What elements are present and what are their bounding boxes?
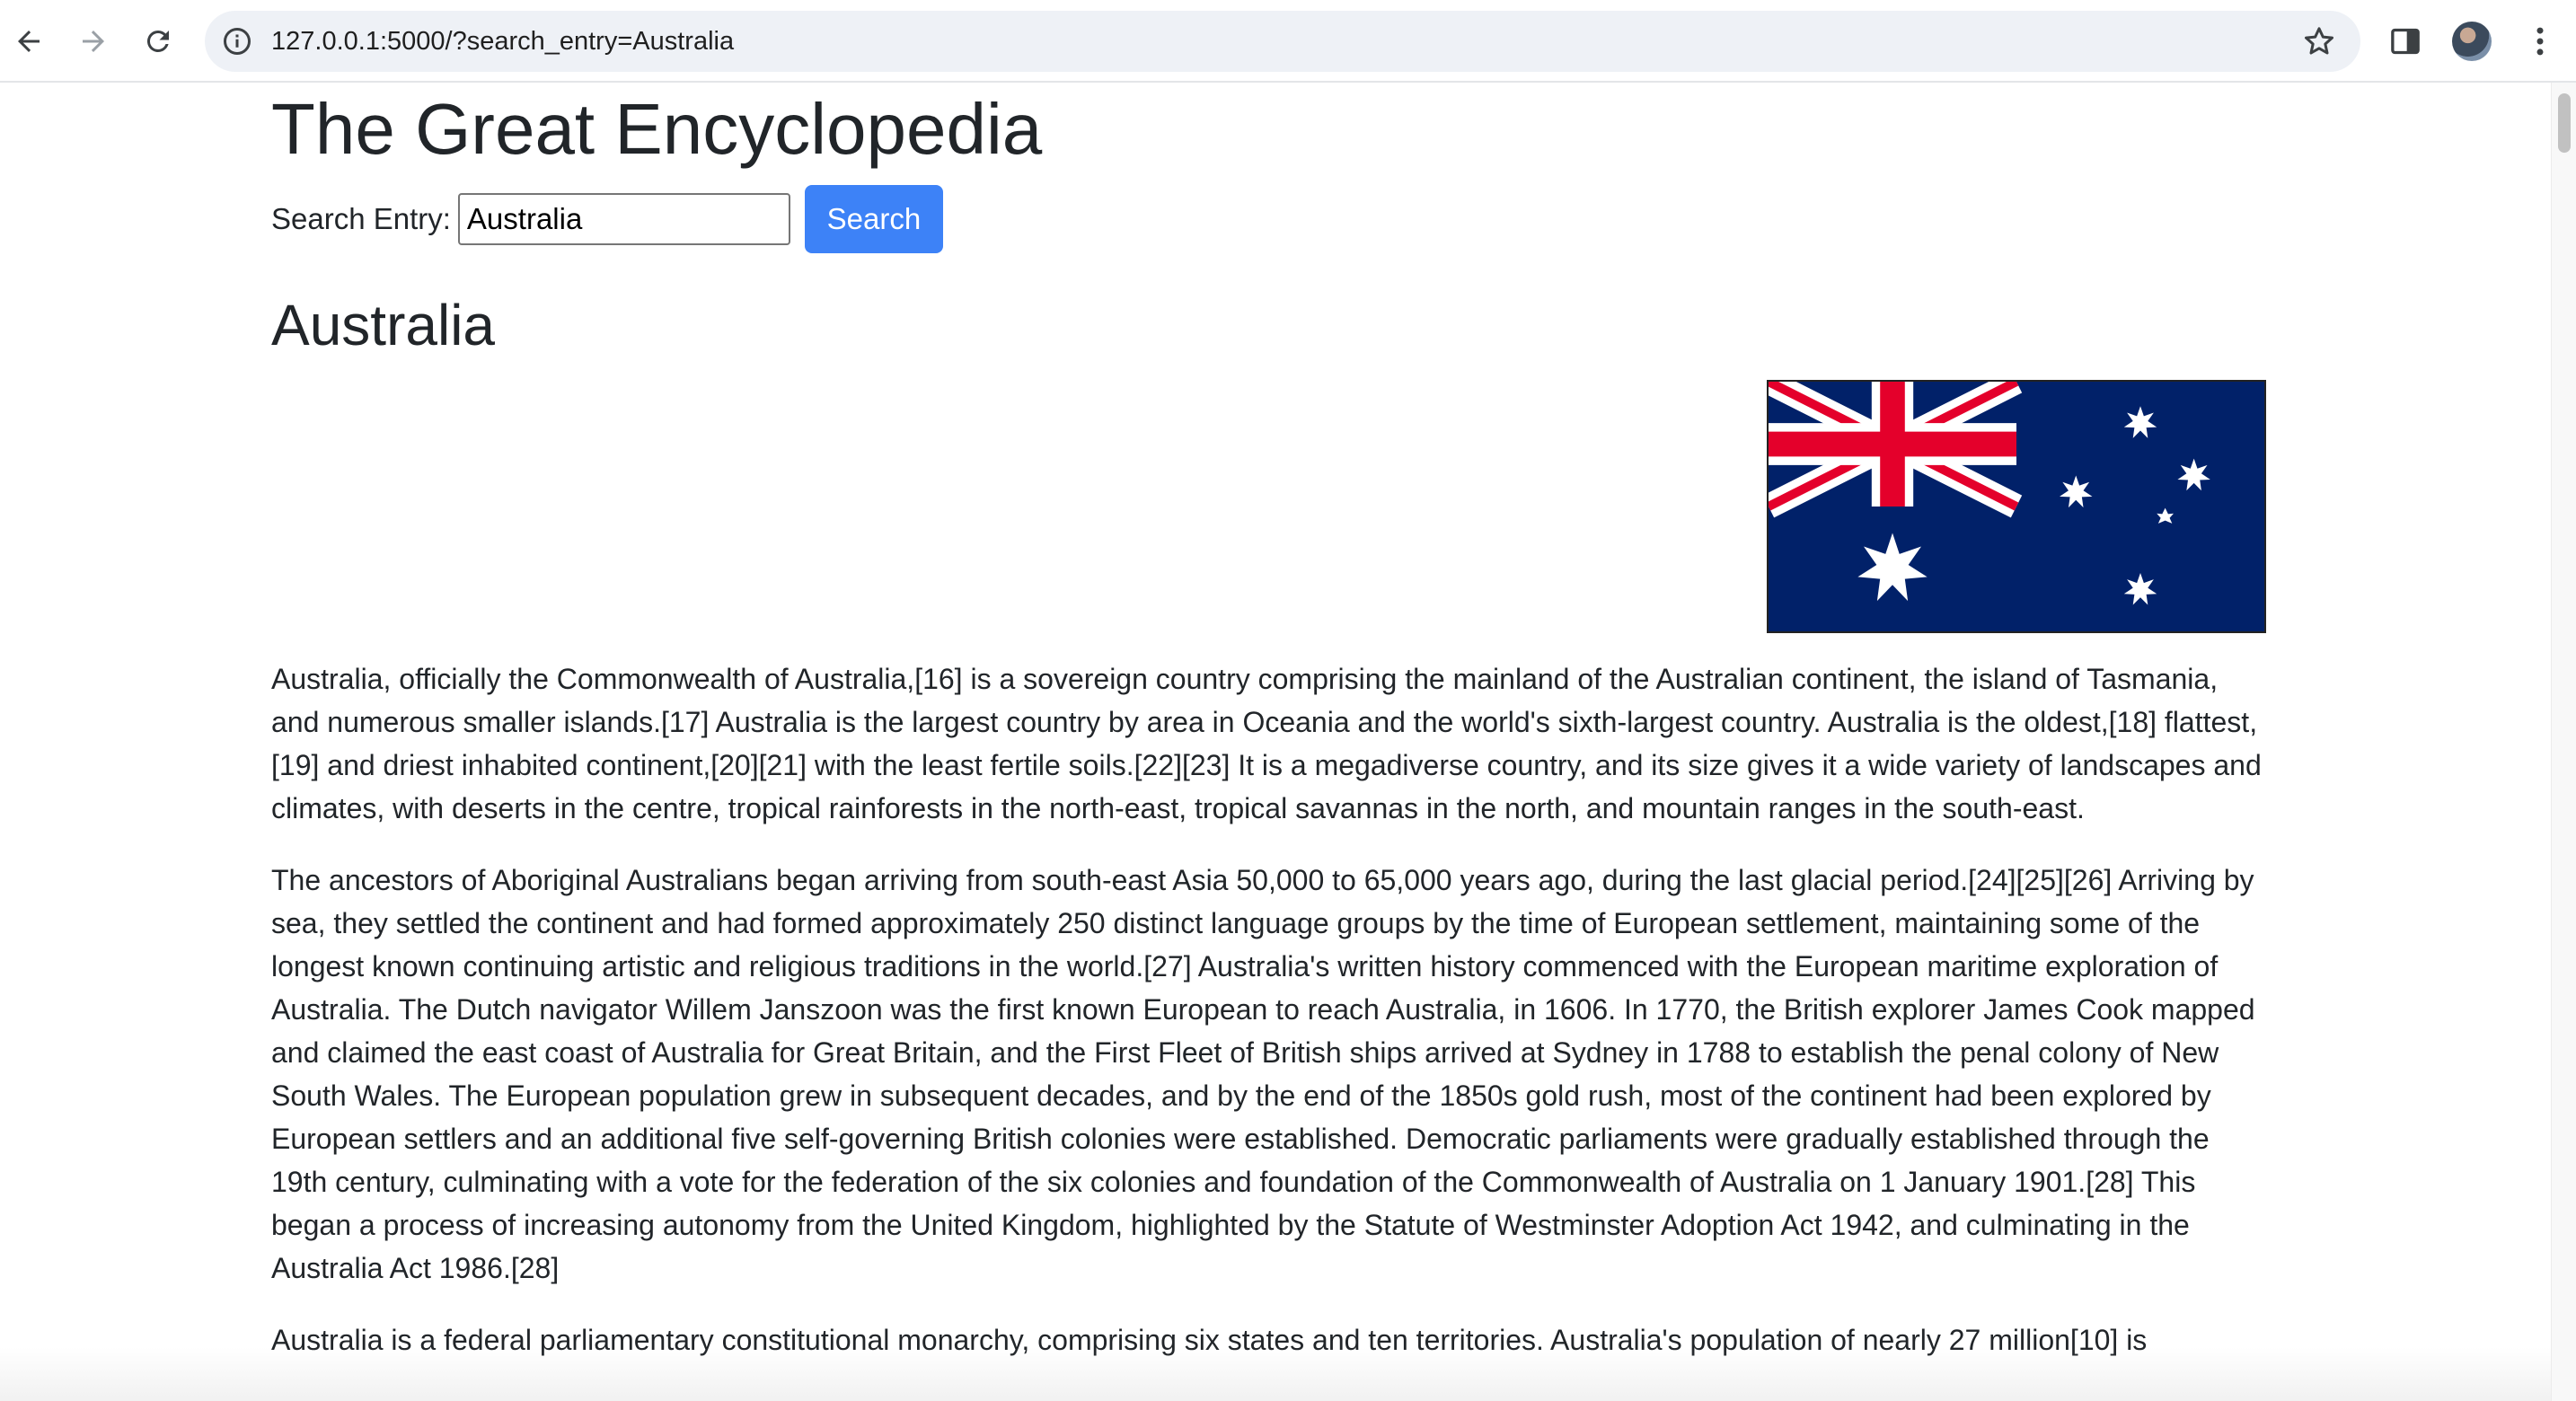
scrollbar-thumb[interactable] [2558,93,2571,153]
search-button[interactable]: Search [804,185,943,253]
vertical-scrollbar[interactable] [2551,83,2576,1401]
arrow-left-icon [18,31,40,52]
page-viewport: The Great Encyclopedia Search Entry: Sea… [0,83,2551,1401]
address-bar[interactable]: 127.0.0.1:5000/?search_entry=Australia [205,11,2360,72]
page-title: The Great Encyclopedia [271,89,1043,169]
url-text[interactable]: 127.0.0.1:5000/?search_entry=Australia [271,11,734,72]
article-paragraph: The ancestors of Aboriginal Australians … [271,864,2255,1284]
browser-toolbar: 127.0.0.1:5000/?search_entry=Australia [0,0,2576,83]
forward-button[interactable] [68,16,119,66]
search-label: Search Entry: [271,202,451,235]
article-body: Australia, officially the Commonwealth o… [271,657,2267,1390]
side-panel-icon[interactable] [2387,23,2423,59]
star-icon[interactable] [2301,23,2337,59]
back-button[interactable] [4,16,54,66]
article-paragraph: Australia, officially the Commonwealth o… [271,663,2262,824]
search-form: Search Entry: Search [271,184,943,254]
article-paragraph: Australia is a federal parliamentary con… [271,1324,2148,1356]
australian-flag [1769,382,2264,631]
reload-icon [146,30,169,52]
entry-title: Australia [271,293,495,357]
avatar[interactable] [2452,22,2492,61]
search-input[interactable] [457,193,790,245]
kebab-menu-icon[interactable] [2520,22,2560,61]
reload-button[interactable] [133,16,183,66]
arrow-right-icon [83,31,104,52]
info-icon[interactable] [221,25,253,57]
australian-flag-image [1767,380,2266,633]
